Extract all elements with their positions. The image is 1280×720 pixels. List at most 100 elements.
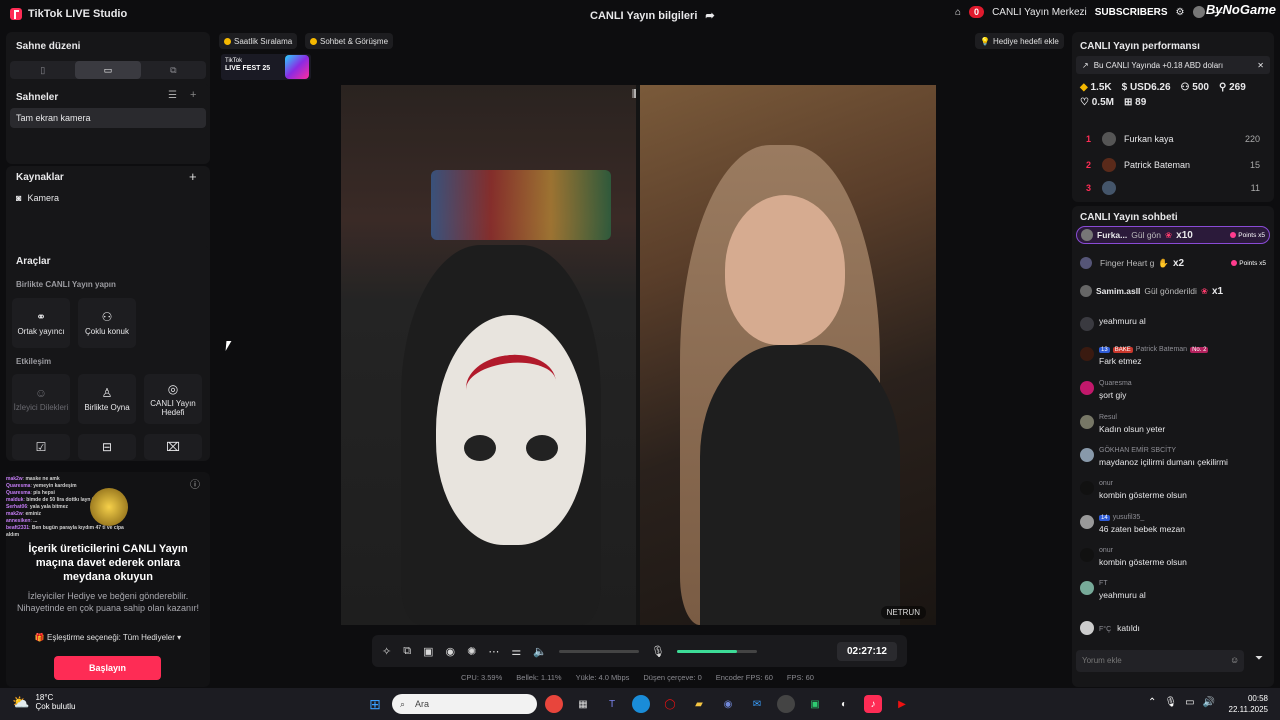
add-scene-icon[interactable]: + bbox=[190, 89, 196, 101]
scenes-title: Sahneler bbox=[16, 92, 59, 103]
finger-heart-icon: ✋ bbox=[1158, 257, 1169, 268]
scene-item[interactable]: Tam ekran kamera bbox=[10, 108, 206, 128]
followers-metric: ⚲ 269 bbox=[1218, 82, 1246, 93]
left-panel: Sahne düzeni ▯ ▭ ⧉ Sahneler ☰ + Tam ekra… bbox=[6, 32, 210, 687]
layout-icon[interactable]: ▣ bbox=[423, 645, 433, 658]
chat-call-pill[interactable]: Sohbet & Görüşme bbox=[305, 33, 394, 49]
follow-icon: ⚲ bbox=[1218, 82, 1227, 93]
adjust-icon[interactable]: ⚌ bbox=[511, 645, 521, 658]
layout-portrait-tab[interactable]: ▯ bbox=[10, 61, 75, 79]
hourly-ranking-label: Saatlik Sıralama bbox=[234, 36, 293, 46]
home-icon[interactable]: ⌂ bbox=[955, 7, 961, 18]
list-icon[interactable]: ☰ bbox=[168, 90, 177, 101]
system-clock[interactable]: 00:58 22.11.2025 bbox=[1229, 693, 1268, 715]
mail-icon[interactable]: ✉ bbox=[748, 695, 766, 713]
preview-area: Saatlik Sıralama Sohbet & Görüşme 💡 Hedi… bbox=[215, 30, 1070, 686]
volume-slider[interactable] bbox=[558, 649, 639, 653]
coin-icon: $ bbox=[1121, 82, 1128, 93]
invite-description: İzleyiciler Hediye ve beğeni gönderebili… bbox=[16, 591, 200, 613]
cpu-stat: CPU: 3.59% bbox=[461, 673, 503, 682]
title-bar-right: ⌂ 0 CANLI Yayın Merkezi SUBSCRIBERS ⚙ — bbox=[955, 6, 1223, 18]
cohost-button[interactable]: ⚭ Ortak yayıncı bbox=[12, 298, 70, 348]
help-icon[interactable]: ⓘ bbox=[190, 476, 200, 491]
share-icon: ➦ bbox=[705, 10, 715, 22]
tool-store-button[interactable]: ⌧ bbox=[144, 434, 202, 460]
xbox-icon[interactable]: ▣ bbox=[806, 695, 824, 713]
mini-chat-line: mak2w: maske ne amk bbox=[6, 476, 60, 482]
network-icon[interactable]: ▭ bbox=[1185, 697, 1194, 708]
heart-icon: ♡ bbox=[1080, 97, 1089, 108]
tool-box-button[interactable]: ⊟ bbox=[78, 434, 136, 460]
layout-landscape-tab[interactable]: ▭ bbox=[75, 61, 141, 79]
windows-start-icon[interactable]: ⊞ bbox=[366, 695, 384, 713]
start-button[interactable]: Başlayın bbox=[54, 656, 161, 680]
mascot-icon bbox=[90, 488, 128, 526]
speaker-icon[interactable]: 🔈 bbox=[533, 645, 547, 658]
volume-tray-icon[interactable]: 🔊 bbox=[1203, 697, 1215, 708]
scene-layout-title: Sahne düzeni bbox=[16, 41, 81, 52]
avatar bbox=[1080, 481, 1094, 495]
mic-tray-icon[interactable]: 🎙 bbox=[1164, 697, 1177, 708]
discord-icon[interactable]: ◉ bbox=[719, 695, 737, 713]
ranking-row[interactable]: 1 Furkan kaya 220 bbox=[1072, 127, 1274, 151]
lightbulb-icon: 💡 bbox=[980, 36, 990, 46]
taskbar-search[interactable]: ⌕ Ara bbox=[392, 694, 537, 714]
avatar bbox=[1080, 448, 1094, 462]
video-preview[interactable]: NETRUN ⫼ bbox=[341, 85, 936, 625]
memory-stat: Bellek: 1.11% bbox=[516, 673, 562, 682]
folder-icon[interactable]: ▰ bbox=[690, 695, 708, 713]
edge-icon[interactable] bbox=[632, 695, 650, 713]
live-center-link[interactable]: CANLI Yayın Merkezi bbox=[992, 7, 1087, 18]
live-fest-banner[interactable]: TikTok LIVE FEST 25 bbox=[221, 54, 311, 80]
avatar[interactable] bbox=[1192, 6, 1205, 18]
chrome-active-icon[interactable] bbox=[777, 695, 795, 713]
add-source-icon[interactable]: + bbox=[189, 169, 197, 184]
play-together-button[interactable]: ♙ Birlikte Oyna bbox=[78, 374, 136, 424]
add-overlay-icon[interactable]: ⧉ bbox=[403, 645, 411, 658]
effects-icon[interactable]: ✺ bbox=[467, 645, 476, 658]
mic-level-meter[interactable] bbox=[676, 649, 757, 653]
live-goal-button[interactable]: ◎ CANLI Yayın Hedefi bbox=[144, 374, 202, 424]
emoji-icon[interactable]: ☺ bbox=[1230, 655, 1239, 665]
avatar bbox=[1081, 229, 1093, 241]
teams-icon[interactable]: T bbox=[603, 695, 621, 713]
youtube-icon[interactable]: ▶ bbox=[893, 695, 911, 713]
microphone-icon[interactable]: 🎙 bbox=[651, 645, 665, 658]
weather-widget[interactable]: ⛅ 18°C Çok bulutlu bbox=[12, 693, 75, 711]
multiguest-button[interactable]: ⚇ Çoklu konuk bbox=[78, 298, 136, 348]
chat-app-icon[interactable]: ◐ bbox=[835, 695, 853, 713]
ranking-row[interactable]: 2 Patrick Bateman 15 bbox=[1072, 153, 1274, 177]
apps-icon[interactable]: ▦ bbox=[574, 695, 592, 713]
time: 00:58 bbox=[1247, 694, 1268, 703]
settings-icon[interactable]: ⚙ bbox=[1176, 7, 1185, 18]
viewer-requests-button[interactable]: ☺ İzleyici Dilekleri bbox=[12, 374, 70, 424]
avatar bbox=[1080, 257, 1092, 269]
match-option-select[interactable]: 🎁 Eşleştirme seçeneği: Tüm Hediyeler ▾ bbox=[6, 633, 210, 642]
tool-poll-button[interactable]: ☑ bbox=[12, 434, 70, 460]
backdrop-pillows bbox=[431, 170, 611, 240]
tiktok-taskbar-icon[interactable]: ♪ bbox=[864, 695, 882, 713]
hourly-ranking-pill[interactable]: Saatlik Sıralama bbox=[219, 33, 298, 49]
close-icon[interactable]: ✕ bbox=[1257, 61, 1264, 70]
gift-goal-button[interactable]: 💡 Hediye hedefi ekle bbox=[975, 33, 1064, 49]
filter-icon[interactable]: ⏷ bbox=[1255, 653, 1263, 664]
comment-input[interactable]: Yorum ekle bbox=[1076, 650, 1244, 672]
more-icon[interactable]: ⋯ bbox=[488, 645, 499, 658]
layout-dual-tab[interactable]: ⧉ bbox=[141, 61, 206, 79]
ranking-row[interactable]: 3 11 bbox=[1072, 180, 1274, 196]
chat-message: FT yeahmuru al bbox=[1080, 580, 1268, 600]
avatar bbox=[1080, 381, 1094, 395]
stream-info-button[interactable]: CANLI Yayın bilgileri ➦ bbox=[590, 9, 715, 23]
notification-badge[interactable]: 0 bbox=[969, 6, 985, 18]
split-layout-icon[interactable]: ⫼ bbox=[632, 89, 644, 101]
avatar bbox=[1080, 548, 1094, 562]
magic-wand-icon[interactable]: ✧ bbox=[382, 645, 391, 658]
opera-icon[interactable]: ◯ bbox=[661, 695, 679, 713]
system-tray: ⌃ 🎙 ▭ 🔊 bbox=[1148, 697, 1215, 708]
record-icon[interactable]: ◉ bbox=[445, 645, 455, 658]
source-item[interactable]: ◙ Kamera bbox=[16, 193, 59, 203]
stream-stats: CPU: 3.59% Bellek: 1.11% Yükle: 4.0 Mbps… bbox=[461, 673, 814, 682]
chrome-icon[interactable] bbox=[545, 695, 563, 713]
battle-invite-card: mak2w: maske ne amk Quaresma: yemeyin ka… bbox=[6, 472, 210, 687]
chevron-up-icon[interactable]: ⌃ bbox=[1148, 697, 1156, 708]
